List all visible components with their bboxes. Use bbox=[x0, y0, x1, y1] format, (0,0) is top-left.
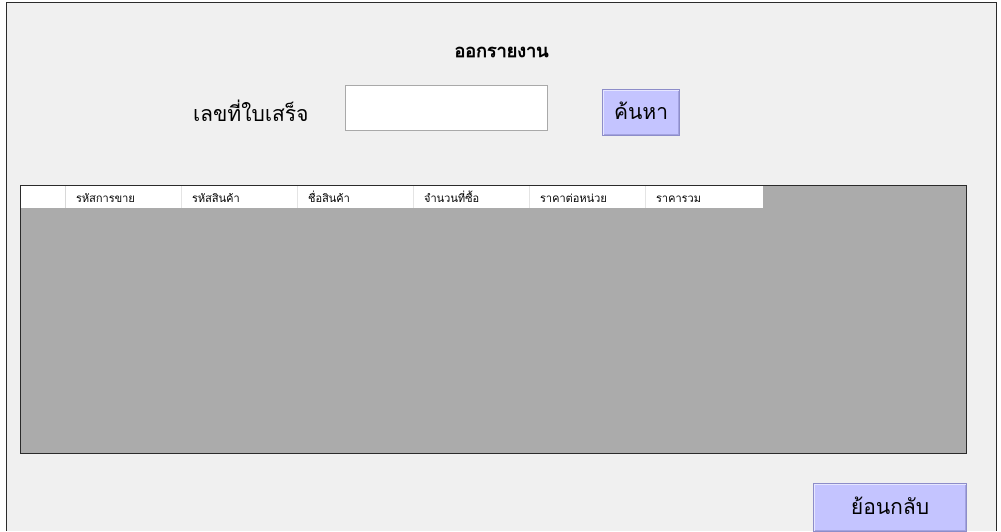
page-title: ออกรายงาน bbox=[454, 41, 549, 62]
column-header-quantity[interactable]: จำนวนที่ซื้อ bbox=[414, 186, 530, 208]
receipt-number-label: เลขที่ใบเสร็จ bbox=[193, 102, 309, 126]
grid-header-row: รหัสการขาย รหัสสินค้า ชื่อสินค้า จำนวนที… bbox=[21, 186, 763, 208]
report-form: ออกรายงาน เลขที่ใบเสร็จ ค้นหา รหัสการขาย… bbox=[6, 2, 997, 532]
sales-data-grid[interactable]: รหัสการขาย รหัสสินค้า ชื่อสินค้า จำนวนที… bbox=[20, 185, 967, 454]
column-header-total-price[interactable]: ราคารวม bbox=[646, 186, 762, 208]
column-header-product-id[interactable]: รหัสสินค้า bbox=[182, 186, 298, 208]
column-header-product-name[interactable]: ชื่อสินค้า bbox=[298, 186, 414, 208]
receipt-number-input[interactable] bbox=[345, 85, 548, 131]
column-header-unit-price[interactable]: ราคาต่อหน่วย bbox=[530, 186, 646, 208]
search-button[interactable]: ค้นหา bbox=[602, 89, 680, 136]
column-header-sale-id[interactable]: รหัสการขาย bbox=[66, 186, 182, 208]
back-button[interactable]: ย้อนกลับ bbox=[813, 483, 967, 532]
row-header-corner-cell bbox=[21, 186, 66, 208]
